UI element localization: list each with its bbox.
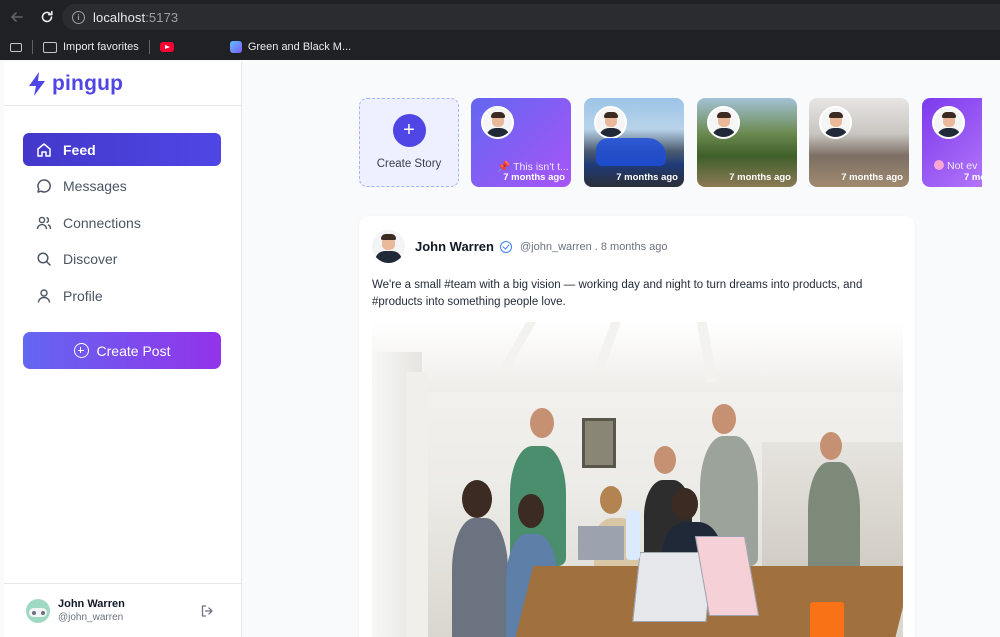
sidebar-item-connections[interactable]: Connections: [23, 206, 221, 239]
avatar: [932, 106, 965, 139]
image-picture-frame: [582, 418, 616, 468]
brand-name: pingup: [52, 71, 124, 95]
sidebar-item-label: Discover: [63, 251, 118, 267]
plus-circle-icon: [73, 343, 89, 358]
plus-icon: +: [392, 113, 426, 147]
verified-icon: [499, 240, 512, 253]
post-header: John Warren @john_warren . 8 months ago: [372, 230, 668, 263]
bookmarks-bar: Import favorites Green and Black M...: [0, 34, 1000, 60]
bookmark-green-black[interactable]: Green and Black M...: [229, 37, 352, 57]
sidebar-item-label: Messages: [63, 178, 127, 194]
emoji-icon: [934, 160, 944, 170]
home-icon: [35, 141, 53, 159]
avatar: [594, 106, 627, 139]
story-card[interactable]: 📌 This isn't t... 7 months ago: [471, 98, 571, 187]
reload-icon[interactable]: [38, 8, 56, 26]
stories-bar: + Create Story 📌 This isn't t... 7 months…: [358, 98, 982, 188]
search-icon: [35, 250, 53, 268]
bookmark-youtube[interactable]: [159, 37, 174, 57]
url-text: localhost:5173: [93, 9, 179, 25]
avatar[interactable]: [26, 598, 50, 623]
post-card: John Warren @john_warren . 8 months ago …: [359, 216, 915, 637]
user-info: John Warren @john_warren: [58, 598, 125, 623]
user-handle: @john_warren: [58, 612, 124, 623]
story-time: 7 months ago: [841, 172, 903, 183]
sidebar-item-messages[interactable]: Messages: [23, 170, 221, 203]
browser-toolbar: i localhost:5173: [0, 0, 1000, 34]
story-card[interactable]: Not ev 7 mon: [922, 98, 982, 187]
bookmark-label: Green and Black M...: [247, 41, 352, 53]
story-time: 7 months ago: [616, 172, 678, 183]
bolt-icon: [29, 71, 45, 96]
message-icon: [35, 177, 53, 195]
sidebar-nav: Feed Messages Connections Discover Profi…: [23, 133, 221, 316]
post-image[interactable]: [372, 322, 903, 637]
bookmark-import-favorites[interactable]: Import favorites: [43, 37, 139, 57]
story-card[interactable]: 7 months ago: [809, 98, 909, 187]
youtube-icon: [159, 42, 174, 52]
import-icon: [43, 41, 57, 53]
sidebar-item-label: Profile: [63, 287, 103, 304]
info-icon[interactable]: i: [72, 10, 85, 24]
post-text: We're a small #team with a big vision — …: [372, 279, 863, 308]
story-time: 7 months ago: [503, 172, 565, 183]
post-author[interactable]: John Warren: [415, 239, 494, 254]
shield-icon: [229, 41, 242, 53]
avatar: [707, 106, 740, 139]
logo[interactable]: pingup: [4, 62, 241, 106]
story-time: 7 months ago: [729, 172, 791, 183]
create-story-label: Create Story: [376, 157, 442, 170]
app-root: pingup Feed Messages Connections Discove…: [0, 62, 1000, 637]
story-text: Not ev: [934, 160, 977, 172]
sidebar: pingup Feed Messages Connections Discove…: [4, 62, 242, 637]
story-card[interactable]: 7 months ago: [584, 98, 684, 187]
story-card[interactable]: 7 months ago: [697, 98, 797, 187]
current-user: John Warren @john_warren: [4, 583, 242, 637]
back-arrow-icon[interactable]: [8, 8, 26, 26]
address-bar[interactable]: i localhost:5173: [62, 4, 1000, 30]
tab-search-icon[interactable]: [10, 37, 22, 57]
story-time: 7 mon: [964, 172, 982, 183]
sidebar-item-profile[interactable]: Profile: [23, 279, 221, 312]
post-meta: @john_warren . 8 months ago: [519, 240, 668, 253]
user-icon: [35, 287, 53, 305]
user-name: John Warren: [58, 598, 125, 610]
avatar: [481, 106, 514, 139]
create-story-button[interactable]: + Create Story: [359, 98, 459, 187]
create-post-button[interactable]: Create Post: [23, 332, 221, 369]
sidebar-item-discover[interactable]: Discover: [23, 243, 221, 276]
bookmark-divider: [32, 40, 33, 54]
users-icon: [35, 214, 53, 232]
avatar[interactable]: [372, 230, 405, 263]
bookmark-label: Import favorites: [63, 41, 139, 53]
logout-icon[interactable]: [200, 604, 214, 618]
sidebar-item-feed[interactable]: Feed: [23, 133, 221, 166]
sidebar-item-label: Connections: [63, 214, 141, 231]
image-ceiling: [372, 322, 903, 392]
sidebar-item-label: Feed: [63, 141, 96, 158]
avatar: [819, 106, 852, 139]
bookmark-divider: [148, 40, 150, 54]
create-post-label: Create Post: [96, 342, 171, 359]
